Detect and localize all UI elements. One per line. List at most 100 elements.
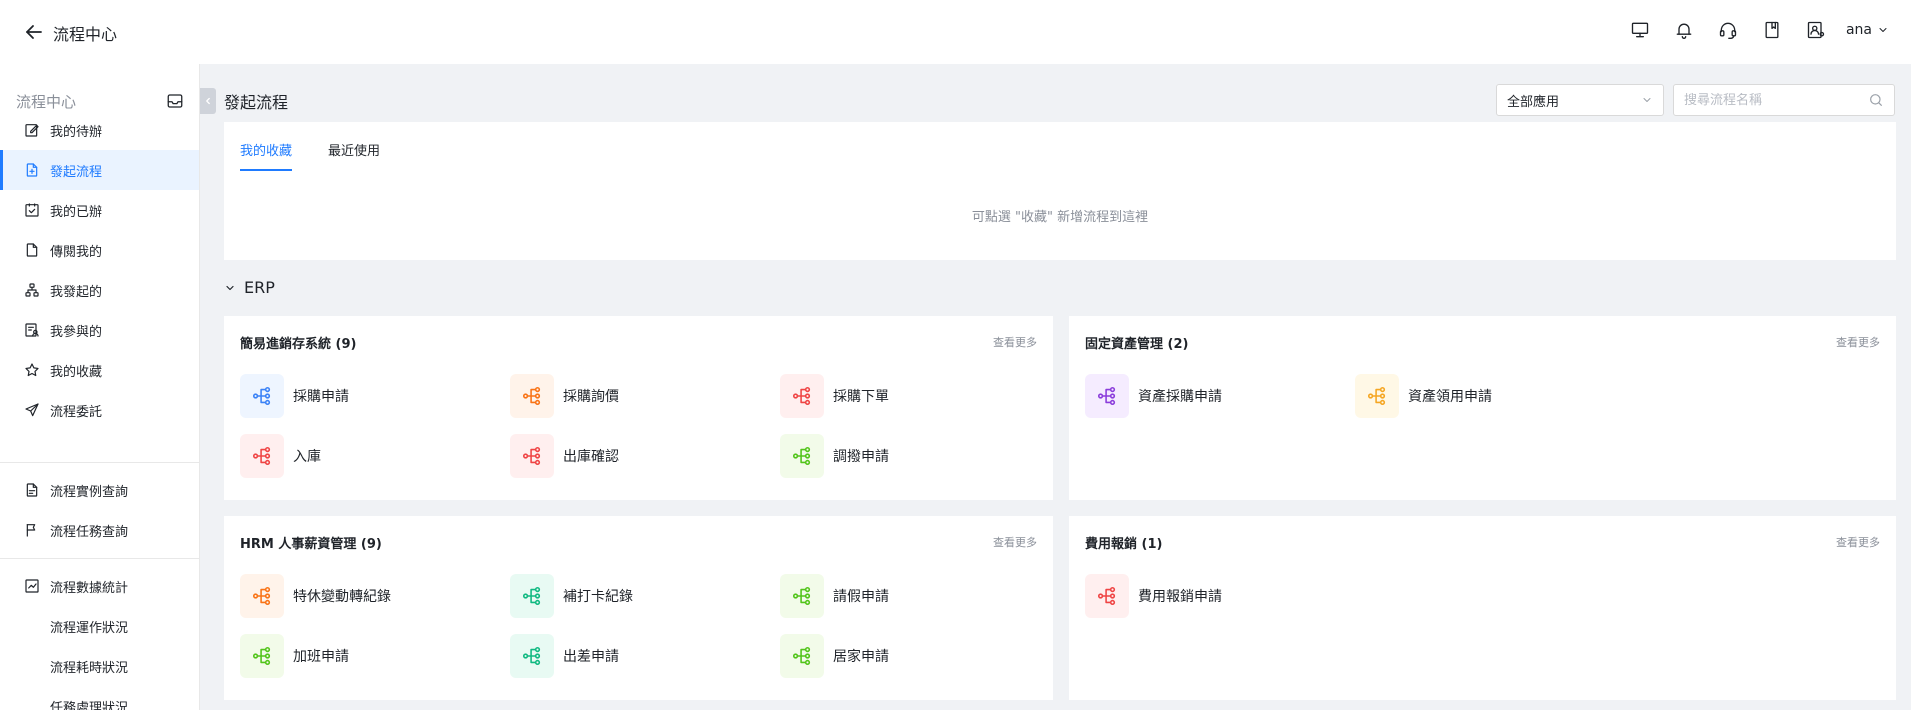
process-flow-icon: [1085, 574, 1129, 618]
view-more-link[interactable]: 查看更多: [993, 534, 1037, 550]
category-card-inventory: 簡易進銷存系統 (9) 查看更多 採購申請 採購詢價 採購下單 入庫 出庫確認 …: [224, 316, 1053, 500]
sidebar-item-label: 流程委託: [50, 404, 103, 420]
sidebar-collapse-handle[interactable]: [200, 88, 216, 114]
process-flow-icon: [1355, 374, 1399, 418]
inbox-icon[interactable]: [166, 92, 184, 110]
process-label: 採購詢價: [563, 389, 619, 405]
search-icon[interactable]: [1868, 92, 1884, 108]
sidebar-item-label: 流程耗時狀況: [50, 660, 129, 676]
search-input[interactable]: [1684, 92, 1868, 108]
process-flow-icon: [510, 374, 554, 418]
process-item[interactable]: 調撥申請: [780, 434, 889, 478]
process-label: 居家申請: [833, 649, 889, 665]
app-title: 流程中心: [53, 25, 118, 44]
process-label: 出差申請: [563, 649, 619, 665]
process-item[interactable]: 採購申請: [240, 374, 349, 418]
process-label: 請假申請: [833, 589, 889, 605]
check-square-icon: [25, 203, 39, 217]
group-header-erp[interactable]: ERP: [224, 278, 275, 297]
process-item[interactable]: 資產領用申請: [1355, 374, 1492, 418]
process-flow-icon: [780, 374, 824, 418]
sidebar-item-label: 我的待辦: [50, 124, 103, 140]
sidebar-item-done[interactable]: 我的已辦: [0, 190, 199, 230]
sidebar-item-delegation[interactable]: 流程委託: [0, 390, 199, 430]
flow-icon: [25, 283, 39, 297]
send-icon: [25, 403, 39, 417]
process-flow-icon: [510, 574, 554, 618]
top-toolbar: ana: [1608, 18, 1889, 42]
sidebar-item-start-process[interactable]: 發起流程: [0, 150, 199, 190]
empty-state-text: 可點選 "收藏" 新增流程到這裡: [971, 210, 1149, 225]
process-item[interactable]: 居家申請: [780, 634, 889, 678]
process-label: 費用報銷申請: [1138, 589, 1222, 605]
process-item[interactable]: 加班申請: [240, 634, 349, 678]
sidebar-item-favorites[interactable]: 我的收藏: [0, 350, 199, 390]
star-icon: [25, 363, 39, 377]
headset-icon[interactable]: [1716, 18, 1740, 42]
user-settings-icon[interactable]: [1804, 18, 1828, 42]
sidebar-item-label: 流程任務查詢: [50, 524, 129, 540]
sidebar-item-label: 我的收藏: [50, 364, 103, 380]
view-more-link[interactable]: 查看更多: [1836, 334, 1880, 350]
search-box: [1673, 84, 1895, 116]
process-label: 調撥申請: [833, 449, 889, 465]
process-item[interactable]: 請假申請: [780, 574, 889, 618]
process-label: 出庫確認: [563, 449, 619, 465]
process-flow-icon: [240, 434, 284, 478]
process-item[interactable]: 資產採購申請: [1085, 374, 1222, 418]
process-item[interactable]: 採購下單: [780, 374, 889, 418]
process-flow-icon: [240, 574, 284, 618]
category-card-expense: 費用報銷 (1) 查看更多 費用報銷申請: [1069, 516, 1896, 700]
sidebar-item-task-status[interactable]: 任務處理狀況: [0, 686, 199, 710]
book-icon[interactable]: [1760, 18, 1784, 42]
process-label: 資產領用申請: [1408, 389, 1492, 405]
sidebar-item-label: 流程運作狀況: [50, 620, 129, 636]
process-item[interactable]: 入庫: [240, 434, 321, 478]
process-item[interactable]: 出差申請: [510, 634, 619, 678]
chevron-down-icon: [226, 285, 234, 290]
sidebar-item-circulated[interactable]: 傳閱我的: [0, 230, 199, 270]
process-label: 入庫: [293, 449, 321, 465]
sidebar-item-label: 發起流程: [50, 164, 103, 180]
user-menu[interactable]: ana: [1846, 22, 1889, 38]
sidebar-item-time-status[interactable]: 流程耗時狀況: [0, 646, 199, 686]
process-label: 特休變動轉紀錄: [293, 589, 391, 605]
file-user-icon: [25, 323, 39, 337]
sidebar-item-participated[interactable]: 我參與的: [0, 310, 199, 350]
monitor-icon[interactable]: [1628, 18, 1652, 42]
view-more-link[interactable]: 查看更多: [1836, 534, 1880, 550]
sidebar-item-instance-query[interactable]: 流程實例查詢: [0, 470, 199, 510]
view-more-link[interactable]: 查看更多: [993, 334, 1037, 350]
sidebar: 流程中心 我的待辦 發起流程 我的已辦 傳閱我的 我發起的 我參與的 我的收藏 …: [0, 64, 200, 710]
category-card-fixed-assets: 固定資產管理 (2) 查看更多 資產採購申請 資產領用申請: [1069, 316, 1896, 500]
back-arrow-icon[interactable]: [22, 20, 46, 44]
process-item[interactable]: 補打卡紀錄: [510, 574, 633, 618]
sidebar-item-label: 我參與的: [50, 324, 103, 340]
sidebar-item-label: 任務處理狀況: [50, 700, 129, 710]
app-filter-select[interactable]: 全部應用: [1496, 84, 1664, 116]
bell-icon[interactable]: [1672, 18, 1696, 42]
sidebar-item-statistics[interactable]: 流程數據統計: [0, 566, 199, 606]
chart-icon: [25, 579, 39, 593]
process-item[interactable]: 特休變動轉紀錄: [240, 574, 391, 618]
sidebar-item-initiated[interactable]: 我發起的: [0, 270, 199, 310]
sidebar-item-todo[interactable]: 我的待辦: [0, 110, 199, 150]
process-item[interactable]: 採購詢價: [510, 374, 619, 418]
process-item[interactable]: 出庫確認: [510, 434, 619, 478]
edit-icon: [25, 124, 39, 137]
process-item[interactable]: 費用報銷申請: [1085, 574, 1222, 618]
process-flow-icon: [240, 634, 284, 678]
tab-favorites[interactable]: 我的收藏: [240, 140, 293, 171]
favorites-panel: 我的收藏 最近使用 可點選 "收藏" 新增流程到這裡: [224, 122, 1896, 260]
top-bar: 流程中心 ana: [0, 0, 1911, 64]
process-label: 加班申請: [293, 649, 349, 665]
sidebar-item-operation-status[interactable]: 流程運作狀況: [0, 606, 199, 646]
category-title: 固定資產管理 (2): [1085, 337, 1189, 352]
sidebar-item-task-query[interactable]: 流程任務查詢: [0, 510, 199, 550]
process-label: 資產採購申請: [1138, 389, 1222, 405]
file-icon: [26, 243, 38, 257]
sidebar-item-label: 傳閱我的: [50, 244, 103, 260]
category-card-hrm: HRM 人事薪資管理 (9) 查看更多 特休變動轉紀錄 補打卡紀錄 請假申請 加…: [224, 516, 1053, 700]
tab-recent[interactable]: 最近使用: [328, 140, 380, 169]
process-flow-icon: [240, 374, 284, 418]
